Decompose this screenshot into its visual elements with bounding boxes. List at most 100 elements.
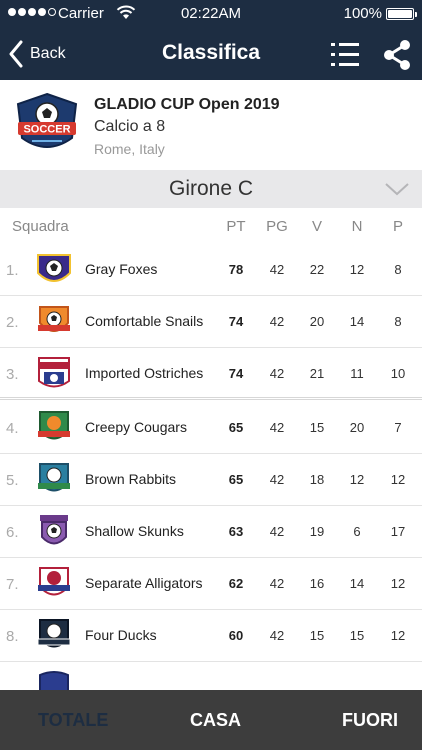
team-name: Shallow Skunks bbox=[85, 523, 184, 539]
row-points: 60 bbox=[228, 628, 244, 643]
row-draws: 11 bbox=[350, 366, 364, 381]
row-points: 74 bbox=[228, 366, 244, 381]
tournament-header: SOCCER GLADIO CUP Open 2019 Calcio a 8 R… bbox=[0, 80, 422, 170]
row-losses: 8 bbox=[394, 262, 402, 277]
back-button[interactable]: Back bbox=[8, 38, 66, 70]
team-name: Four Ducks bbox=[85, 627, 157, 643]
row-played: 42 bbox=[269, 628, 285, 643]
row-played: 42 bbox=[269, 420, 285, 435]
team-crest-icon bbox=[38, 463, 70, 492]
table-row[interactable]: 3. Imported Ostriches 74 42 21 11 10 bbox=[0, 348, 422, 400]
row-points: 63 bbox=[228, 524, 244, 539]
table-row[interactable]: 4. Creepy Cougars 65 42 15 20 7 bbox=[0, 402, 422, 454]
team-name: Comfortable Snails bbox=[85, 313, 204, 329]
standings-header: Squadra PT PG V N P bbox=[0, 208, 422, 244]
group-selector[interactable]: Girone C bbox=[0, 170, 422, 208]
row-losses: 12 bbox=[390, 576, 406, 591]
top-bar: Carrier 02:22AM 100% Back Classifica bbox=[0, 0, 422, 80]
row-rank: 1. bbox=[6, 262, 19, 279]
team-crest-icon bbox=[38, 306, 70, 332]
team-name: Gray Foxes bbox=[85, 261, 158, 277]
nav-bar: Back Classifica bbox=[0, 28, 422, 80]
table-row[interactable]: 8. Four Ducks 60 42 15 15 12 bbox=[0, 610, 422, 662]
chevron-down-icon bbox=[385, 183, 409, 196]
table-row[interactable]: 5. Brown Rabbits 65 42 18 12 12 bbox=[0, 454, 422, 506]
tab-totale[interactable]: TOTALE bbox=[38, 710, 108, 731]
team-name: Separate Alligators bbox=[85, 575, 203, 591]
tournament-logo: SOCCER bbox=[16, 92, 78, 148]
standings-list[interactable]: 1. Gray Foxes 78 42 22 12 8 2. Comfortab… bbox=[0, 244, 422, 690]
team-crest-icon bbox=[39, 671, 69, 690]
row-draws: 14 bbox=[349, 576, 365, 591]
row-wins: 20 bbox=[309, 314, 325, 329]
share-icon[interactable] bbox=[380, 38, 414, 72]
row-points: 74 bbox=[228, 314, 244, 329]
header-played: PG bbox=[266, 218, 288, 235]
row-played: 42 bbox=[269, 576, 285, 591]
row-draws: 20 bbox=[349, 420, 365, 435]
row-played: 42 bbox=[269, 524, 285, 539]
row-rank: 4. bbox=[6, 420, 19, 437]
table-row[interactable]: 2. Comfortable Snails 74 42 20 14 8 bbox=[0, 296, 422, 348]
group-title: Girone C bbox=[168, 177, 254, 200]
row-wins: 22 bbox=[309, 262, 325, 277]
row-losses: 7 bbox=[394, 420, 402, 435]
row-draws: 12 bbox=[349, 472, 365, 487]
row-wins: 15 bbox=[309, 420, 325, 435]
row-points: 78 bbox=[228, 262, 244, 277]
row-losses: 17 bbox=[390, 524, 406, 539]
battery-icon bbox=[386, 8, 417, 20]
row-losses: 8 bbox=[394, 314, 402, 329]
team-name: Creepy Cougars bbox=[85, 419, 187, 435]
team-crest-icon bbox=[38, 567, 70, 596]
tab-casa[interactable]: CASA bbox=[190, 710, 241, 731]
row-played: 42 bbox=[269, 366, 285, 381]
row-played: 42 bbox=[269, 472, 285, 487]
back-button-label: Back bbox=[30, 45, 66, 62]
row-wins: 16 bbox=[309, 576, 325, 591]
row-rank: 5. bbox=[6, 472, 19, 489]
team-name: Brown Rabbits bbox=[85, 471, 177, 487]
table-row[interactable]: 1. Gray Foxes 78 42 22 12 8 bbox=[0, 244, 422, 296]
row-played: 42 bbox=[269, 262, 285, 277]
bottom-tab-bar: TOTALE CASA FUORI bbox=[0, 690, 422, 750]
row-wins: 15 bbox=[309, 628, 325, 643]
team-crest-icon bbox=[37, 254, 71, 282]
team-crest-icon bbox=[37, 619, 71, 648]
tournament-type: Calcio a 8 bbox=[94, 118, 166, 135]
row-losses: 12 bbox=[390, 628, 406, 643]
table-row-partial[interactable] bbox=[0, 662, 422, 690]
header-losses: P bbox=[392, 218, 403, 235]
team-crest-icon bbox=[38, 411, 70, 440]
row-points: 65 bbox=[228, 420, 244, 435]
team-crest-icon bbox=[38, 357, 70, 388]
row-rank: 6. bbox=[6, 524, 19, 541]
chevron-left-icon bbox=[9, 40, 23, 68]
row-wins: 19 bbox=[309, 524, 325, 539]
team-crest-icon bbox=[40, 515, 68, 545]
row-losses: 10 bbox=[390, 366, 406, 381]
header-draws: N bbox=[351, 218, 363, 235]
row-played: 42 bbox=[269, 314, 285, 329]
tab-fuori[interactable]: FUORI bbox=[342, 710, 398, 731]
table-row[interactable]: 7. Separate Alligators 62 42 16 14 12 bbox=[0, 558, 422, 610]
list-menu-icon[interactable] bbox=[330, 40, 360, 70]
row-rank: 3. bbox=[6, 366, 19, 383]
row-losses: 12 bbox=[390, 472, 406, 487]
tournament-name: GLADIO CUP Open 2019 bbox=[94, 96, 280, 113]
row-points: 65 bbox=[228, 472, 244, 487]
row-rank: 8. bbox=[6, 628, 19, 645]
header-points: PT bbox=[226, 218, 246, 235]
tournament-location: Rome, Italy bbox=[94, 141, 165, 157]
row-draws: 12 bbox=[349, 262, 365, 277]
row-points: 62 bbox=[228, 576, 244, 591]
row-rank: 2. bbox=[6, 314, 19, 331]
row-draws: 6 bbox=[353, 524, 361, 539]
header-wins: V bbox=[311, 218, 322, 235]
row-draws: 15 bbox=[349, 628, 365, 643]
table-row[interactable]: 6. Shallow Skunks 63 42 19 6 17 bbox=[0, 506, 422, 558]
battery-percentage: 100% bbox=[343, 5, 382, 22]
row-wins: 21 bbox=[309, 366, 325, 381]
row-wins: 18 bbox=[309, 472, 325, 487]
row-rank: 7. bbox=[6, 576, 19, 593]
